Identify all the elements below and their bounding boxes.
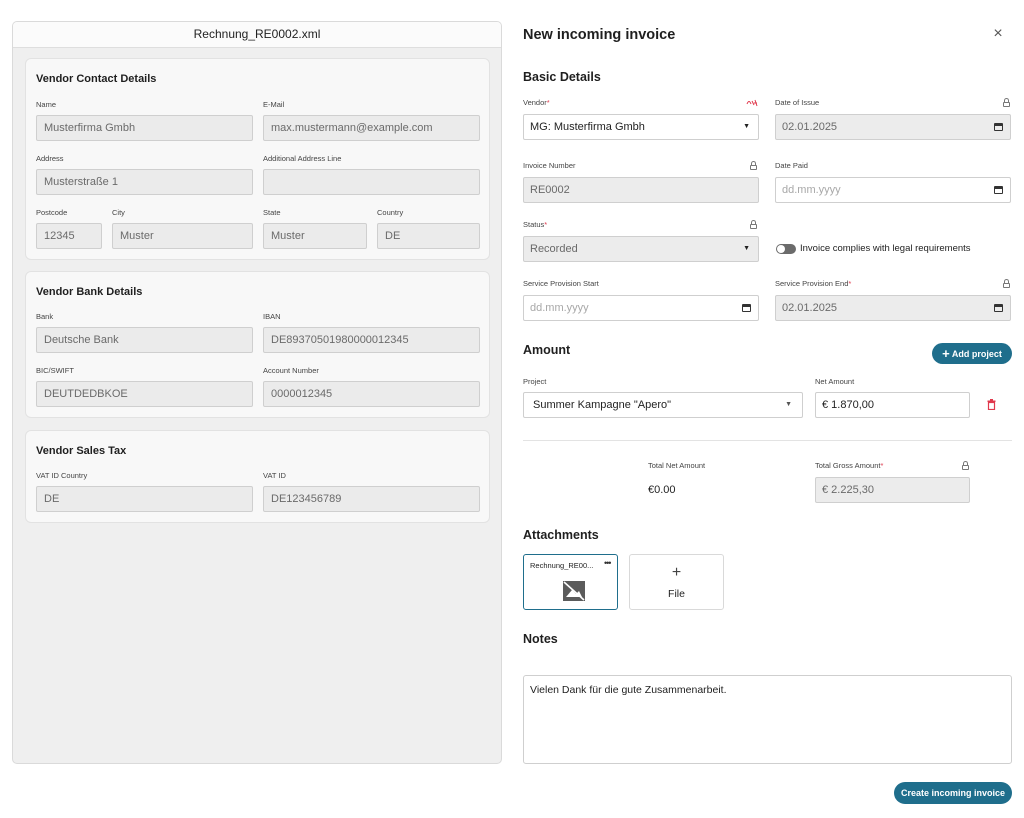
bic-label: BIC/SWIFT xyxy=(36,366,74,375)
vendor-bank-card: Vendor Bank Details Bank Deutsche Bank I… xyxy=(25,271,490,418)
notes-title: Notes xyxy=(523,632,558,646)
date-issue-label: Date of Issue xyxy=(775,98,820,107)
bic-field[interactable]: DEUTDEDBKOE xyxy=(36,381,253,407)
country-label: Country xyxy=(377,208,404,217)
xml-preview-panel: Rechnung_RE0002.xml Vendor Contact Detai… xyxy=(12,21,502,764)
calendar-icon[interactable] xyxy=(994,186,1003,194)
total-net-value: €0.00 xyxy=(648,484,676,496)
attachment-filename: Rechnung_RE00... xyxy=(530,561,594,570)
bank-name-field[interactable]: Deutsche Bank xyxy=(36,327,253,353)
service-end-label: Service Provision End* xyxy=(775,279,852,288)
vendor-city-field[interactable]: Muster xyxy=(112,223,253,249)
trash-icon[interactable] xyxy=(987,399,996,410)
attachments-title: Attachments xyxy=(523,528,599,542)
basic-details-title: Basic Details xyxy=(523,70,601,84)
iban-field[interactable]: DE89370501980000012345 xyxy=(263,327,480,353)
add-project-button[interactable]: + Add project xyxy=(932,343,1012,364)
status-select[interactable]: Recorded ▼ xyxy=(523,236,759,262)
attachment-card[interactable]: Rechnung_RE00... ••• xyxy=(523,554,618,610)
ocr-sparkle-icon[interactable] xyxy=(746,98,758,107)
date-paid-input[interactable]: dd.mm.yyyy xyxy=(775,177,1011,203)
calendar-icon[interactable] xyxy=(742,304,751,312)
total-gross-input[interactable]: € 2.225,30 xyxy=(815,477,970,503)
total-net-label: Total Net Amount xyxy=(648,461,706,470)
date-paid-label: Date Paid xyxy=(775,161,808,170)
chevron-down-icon: ▼ xyxy=(785,401,792,408)
more-options-icon[interactable]: ••• xyxy=(604,558,612,568)
state-label: State xyxy=(263,208,281,217)
service-end-input[interactable]: 02.01.2025 xyxy=(775,295,1011,321)
iban-label: IBAN xyxy=(263,312,281,321)
postcode-label: Postcode xyxy=(36,208,68,217)
service-start-input[interactable]: dd.mm.yyyy xyxy=(523,295,759,321)
project-select[interactable]: Summer Kampagne "Apero" ▼ xyxy=(523,392,803,418)
lock-icon xyxy=(962,461,969,470)
lock-icon xyxy=(1003,98,1010,107)
complies-label: Invoice complies with legal requirements xyxy=(800,243,971,254)
name-label: Name xyxy=(36,100,57,109)
no-preview-icon xyxy=(563,581,585,601)
vendor-name-field[interactable]: Musterfirma Gmbh xyxy=(36,115,253,141)
vendor-address2-field[interactable] xyxy=(263,169,480,195)
amount-divider xyxy=(523,440,1012,441)
amount-title: Amount xyxy=(523,343,571,357)
vendor-contact-card: Vendor Contact Details Name Musterfirma … xyxy=(25,58,490,260)
close-icon[interactable]: × xyxy=(990,26,1006,42)
vendor-contact-title: Vendor Contact Details xyxy=(36,73,157,85)
plus-icon: + xyxy=(671,564,682,581)
calendar-icon[interactable] xyxy=(994,304,1003,312)
add-file-button[interactable]: + File xyxy=(629,554,724,610)
vendor-address-field[interactable]: Musterstraße 1 xyxy=(36,169,253,195)
vendor-bank-title: Vendor Bank Details xyxy=(36,286,143,298)
vendor-email-field[interactable]: max.mustermann@example.com xyxy=(263,115,480,141)
invoice-number-input[interactable]: RE0002 xyxy=(523,177,759,203)
vat-country-label: VAT ID Country xyxy=(36,471,88,480)
plus-icon: + xyxy=(942,346,950,361)
add-file-label: File xyxy=(668,588,685,600)
calendar-icon[interactable] xyxy=(994,123,1003,131)
create-invoice-button[interactable]: Create incoming invoice xyxy=(894,782,1012,804)
status-label: Status* xyxy=(523,220,548,229)
vendor-country-field[interactable]: DE xyxy=(377,223,480,249)
service-start-label: Service Provision Start xyxy=(523,279,599,288)
invoice-number-label: Invoice Number xyxy=(523,161,576,170)
account-number-field[interactable]: 0000012345 xyxy=(263,381,480,407)
lock-icon xyxy=(750,220,757,229)
address-label: Address xyxy=(36,154,64,163)
vat-country-field[interactable]: DE xyxy=(36,486,253,512)
vat-id-field[interactable]: DE123456789 xyxy=(263,486,480,512)
lock-icon xyxy=(1003,279,1010,288)
vendor-tax-title: Vendor Sales Tax xyxy=(36,445,127,457)
vendor-label: Vendor* xyxy=(523,98,550,107)
net-amount-input[interactable]: € 1.870,00 xyxy=(815,392,970,418)
net-amount-label: Net Amount xyxy=(815,377,855,386)
account-number-label: Account Number xyxy=(263,366,319,375)
chevron-down-icon: ▼ xyxy=(743,123,750,130)
lock-icon xyxy=(750,161,757,170)
date-issue-input[interactable]: 02.01.2025 xyxy=(775,114,1011,140)
chevron-down-icon: ▼ xyxy=(743,245,750,252)
complies-toggle[interactable] xyxy=(776,244,796,254)
vat-id-label: VAT ID xyxy=(263,471,286,480)
project-label: Project xyxy=(523,377,547,386)
vendor-state-field[interactable]: Muster xyxy=(263,223,367,249)
vendor-tax-card: Vendor Sales Tax VAT ID Country DE VAT I… xyxy=(25,430,490,523)
total-gross-label: Total Gross Amount* xyxy=(815,461,884,470)
vendor-select[interactable]: MG: Musterfirma Gmbh ▼ xyxy=(523,114,759,140)
address2-label: Additional Address Line xyxy=(263,154,342,163)
notes-textarea[interactable]: Vielen Dank für die gute Zusammenarbeit. xyxy=(523,675,1012,764)
xml-filename: Rechnung_RE0002.xml xyxy=(13,22,501,48)
vendor-postcode-field[interactable]: 12345 xyxy=(36,223,102,249)
dialog-title: New incoming invoice xyxy=(523,27,676,43)
bank-label: Bank xyxy=(36,312,54,321)
email-label: E-Mail xyxy=(263,100,285,109)
city-label: City xyxy=(112,208,125,217)
